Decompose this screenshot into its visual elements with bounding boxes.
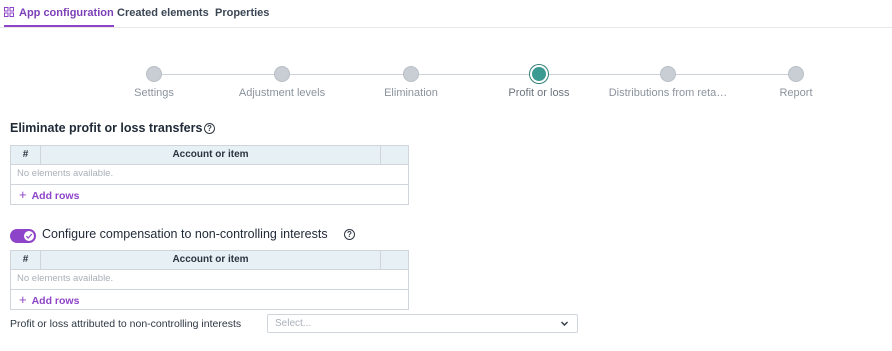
step-label-elimination[interactable]: Elimination — [384, 87, 438, 99]
step-label-profit-or-loss[interactable]: Profit or loss — [508, 87, 569, 99]
table-header: # Account or item — [11, 251, 408, 270]
tab-label: App configuration — [19, 7, 114, 19]
add-rows-button[interactable]: + Add rows — [11, 290, 408, 309]
question-circle-icon[interactable]: ? — [204, 123, 215, 134]
compensation-table: # Account or item No elements available.… — [10, 250, 409, 310]
check-icon — [25, 233, 33, 239]
nci-field-label: Profit or loss attributed to non-control… — [10, 318, 242, 330]
step-label-report[interactable]: Report — [779, 87, 812, 99]
empty-state-text: No elements available. — [11, 165, 408, 185]
eliminate-transfers-table: # Account or item No elements available.… — [10, 145, 409, 205]
step-label-adjustment-levels[interactable]: Adjustment levels — [239, 87, 325, 99]
step-label-settings[interactable]: Settings — [134, 87, 174, 99]
question-circle-icon[interactable]: ? — [344, 229, 355, 240]
stepper-track — [154, 74, 795, 75]
step-dot-elimination[interactable] — [403, 66, 419, 82]
column-header-account: Account or item — [41, 146, 381, 164]
section-title-compensation: Configure compensation to non-controllin… — [42, 227, 328, 241]
grid-icon — [4, 1, 14, 17]
add-rows-label: Add rows — [31, 295, 80, 307]
plus-icon: + — [19, 187, 27, 202]
step-dot-settings[interactable] — [146, 66, 162, 82]
column-header-number: # — [11, 146, 41, 164]
tab-label: Created elements — [117, 7, 209, 19]
step-dot-distributions[interactable] — [660, 66, 676, 82]
toggle-knob — [24, 231, 34, 241]
tab-properties[interactable]: Properties — [215, 0, 269, 26]
progress-stepper: Settings Adjustment levels Elimination P… — [0, 60, 892, 106]
add-rows-button[interactable]: + Add rows — [11, 185, 408, 204]
select-placeholder: Select... — [275, 318, 312, 329]
section-title-eliminate-transfers: Eliminate profit or loss transfers — [10, 121, 203, 135]
step-dot-profit-or-loss[interactable] — [530, 65, 548, 83]
add-rows-label: Add rows — [31, 190, 80, 202]
step-label-distributions[interactable]: Distributions from reta… — [609, 87, 728, 99]
step-dot-adjustment-levels[interactable] — [274, 66, 290, 82]
tab-bar: App configuration Created elements Prope… — [0, 0, 892, 28]
chevron-down-icon — [561, 321, 568, 326]
plus-icon: + — [19, 292, 27, 307]
table-header: # Account or item — [11, 146, 408, 165]
compensation-toggle[interactable] — [10, 229, 36, 243]
nci-select[interactable]: Select... — [267, 314, 578, 333]
step-dot-report[interactable] — [788, 66, 804, 82]
tab-app-configuration[interactable]: App configuration — [4, 0, 114, 27]
column-header-account: Account or item — [41, 251, 381, 269]
tab-label: Properties — [215, 7, 270, 19]
empty-state-text: No elements available. — [11, 270, 408, 290]
column-header-number: # — [11, 251, 41, 269]
tab-created-elements[interactable]: Created elements — [117, 0, 209, 26]
